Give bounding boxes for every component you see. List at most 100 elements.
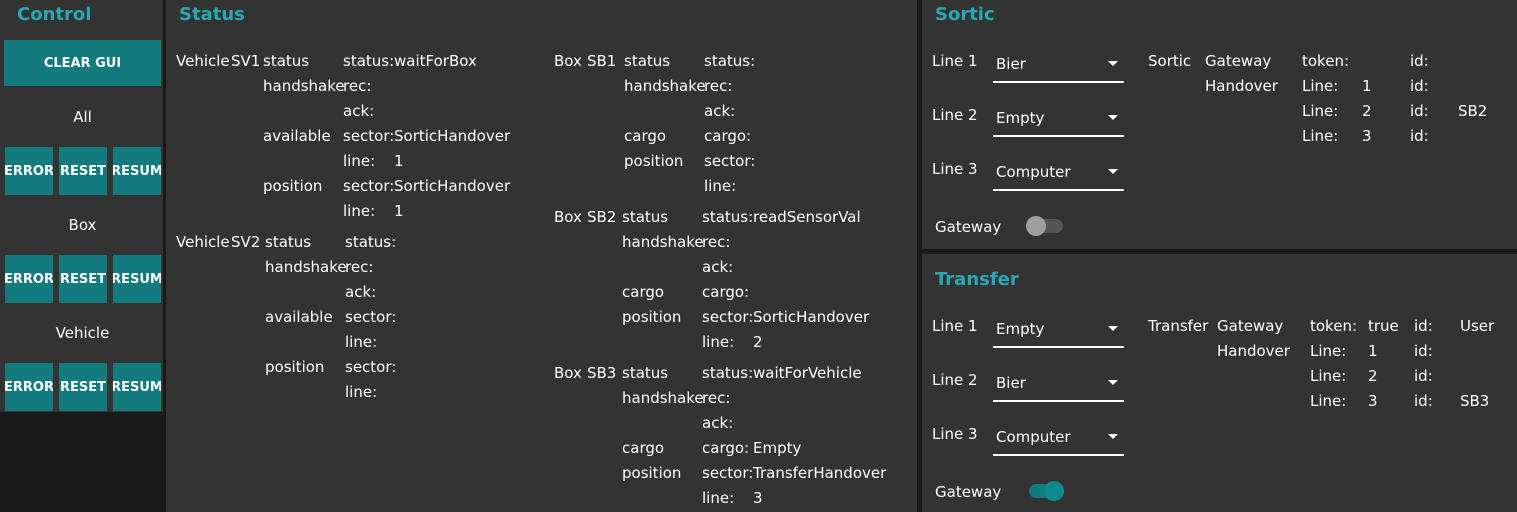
transfer-line-value: 3 — [1368, 392, 1378, 410]
transfer-id-key: id: — [1414, 342, 1433, 360]
available-sector-key: sector: — [345, 308, 397, 326]
box-reset-button[interactable]: RESET — [59, 255, 107, 303]
sortic-id-key: id: — [1410, 77, 1429, 95]
transfer-line-value: 1 — [1368, 342, 1378, 360]
handshake-label: handshake — [624, 77, 706, 95]
chevron-down-icon — [1108, 326, 1118, 331]
status-label: status — [263, 52, 310, 70]
control-title: Control — [17, 4, 92, 25]
line-2-select[interactable]: Bier — [993, 366, 1124, 402]
sortic-line-key: Line: — [1302, 102, 1339, 120]
box-type-label: Box — [554, 52, 582, 70]
status-key: status: — [702, 208, 754, 226]
position-sector-key: sector: — [345, 358, 397, 376]
line-1-selected-value: Bier — [996, 55, 1026, 73]
sector-value: SorticHandover — [753, 308, 870, 326]
vehicle-reset-button[interactable]: RESET — [59, 363, 107, 411]
vehicle-resume-button[interactable]: RESUM — [113, 363, 161, 411]
line-3-selected-value: Computer — [996, 428, 1071, 446]
line-2-select[interactable]: Empty — [993, 101, 1124, 137]
cargo-label: cargo — [624, 127, 667, 145]
handshake-label: handshake — [622, 233, 704, 251]
sortic-id-key: id: — [1410, 102, 1429, 120]
box-error-button[interactable]: ERROR — [5, 255, 53, 303]
transfer-id-value: SB3 — [1460, 392, 1490, 410]
position-label: position — [624, 152, 684, 170]
section-label-all: All — [73, 108, 92, 126]
chevron-down-icon — [1108, 169, 1118, 174]
sortic-title: Sortic — [935, 4, 995, 25]
line-3-selected-value: Computer — [996, 163, 1071, 181]
transfer-panel: Transfer Line 1 Empty Line 2 Bier Line 3… — [922, 254, 1517, 512]
status-value: waitForBox — [394, 52, 477, 70]
chevron-down-icon — [1108, 434, 1118, 439]
rec-key: rec: — [702, 389, 731, 407]
all-reset-button[interactable]: RESET — [59, 147, 107, 195]
status-label: status — [622, 208, 669, 226]
cargo-key: cargo: — [702, 283, 750, 301]
line-value: 3 — [753, 489, 763, 507]
box-id: SB2 — [587, 208, 617, 226]
all-resume-button[interactable]: RESUM — [113, 147, 161, 195]
line-3-select[interactable]: Computer — [993, 420, 1124, 456]
sortic-line-value: 2 — [1362, 102, 1372, 120]
transfer-info-handover: Handover — [1217, 342, 1290, 360]
handshake-label: handshake — [265, 258, 347, 276]
cargo-value: Empty — [753, 439, 802, 457]
transfer-token-id-key: id: — [1414, 317, 1433, 335]
position-label: position — [622, 308, 682, 326]
section-label-vehicle: Vehicle — [55, 324, 110, 342]
position-sector-value: SorticHandover — [394, 177, 511, 195]
all-error-button[interactable]: ERROR — [5, 147, 53, 195]
status-value: waitForVehicle — [753, 364, 862, 382]
available-sector-key: sector: — [343, 127, 395, 145]
sortic-line-key: Line: — [1302, 77, 1339, 95]
cargo-label: cargo — [622, 439, 665, 457]
position-label: position — [265, 358, 325, 376]
gateway-toggle[interactable] — [1026, 480, 1066, 502]
toggle-knob — [1026, 216, 1046, 236]
transfer-info-name: Transfer — [1148, 317, 1209, 335]
sortic-line-value: 3 — [1362, 127, 1372, 145]
sector-key: sector: — [702, 308, 754, 326]
ack-key: ack: — [345, 283, 377, 301]
rec-key: rec: — [343, 77, 372, 95]
status-key: status: — [345, 233, 397, 251]
chevron-down-icon — [1108, 380, 1118, 385]
line-1-select[interactable]: Bier — [993, 47, 1124, 83]
box-type-label: Box — [554, 364, 582, 382]
box-resume-button[interactable]: RESUM — [113, 255, 161, 303]
sortic-line-key: Line: — [1302, 127, 1339, 145]
status-title: Status — [179, 4, 245, 25]
sortic-panel: Sortic Line 1 Bier Line 2 Empty Line 3 C… — [922, 0, 1517, 249]
line-1-selected-value: Empty — [996, 320, 1045, 338]
line-3-select[interactable]: Computer — [993, 155, 1124, 191]
line-key: line: — [704, 177, 737, 195]
chevron-down-icon — [1108, 115, 1118, 120]
status-label: status — [624, 52, 671, 70]
line-2-selected-value: Empty — [996, 109, 1045, 127]
sortic-token-id-key: id: — [1410, 52, 1429, 70]
clear-gui-button[interactable]: CLEAR GUI — [4, 40, 161, 86]
toggle-knob — [1044, 481, 1064, 501]
status-key: status: — [343, 52, 395, 70]
transfer-line-value: 2 — [1368, 367, 1378, 385]
position-line-value: 1 — [394, 202, 404, 220]
transfer-title: Transfer — [935, 269, 1019, 290]
vehicle-id: SV2 — [231, 233, 261, 251]
sector-key: sector: — [704, 152, 756, 170]
vehicle-error-button[interactable]: ERROR — [5, 363, 53, 411]
rec-key: rec: — [702, 233, 731, 251]
status-value: readSensorVal — [753, 208, 861, 226]
available-sector-value: SorticHandover — [394, 127, 511, 145]
sortic-info-gateway: Gateway — [1205, 52, 1272, 70]
box-id: SB1 — [587, 52, 617, 70]
ack-key: ack: — [343, 102, 375, 120]
status-key: status: — [702, 364, 754, 382]
line-1-select[interactable]: Empty — [993, 312, 1124, 348]
line-1-label: Line 1 — [932, 317, 978, 335]
sortic-info-handover: Handover — [1205, 77, 1278, 95]
gateway-toggle[interactable] — [1026, 215, 1066, 237]
position-line-key: line: — [345, 383, 378, 401]
vehicle-id: SV1 — [231, 52, 261, 70]
